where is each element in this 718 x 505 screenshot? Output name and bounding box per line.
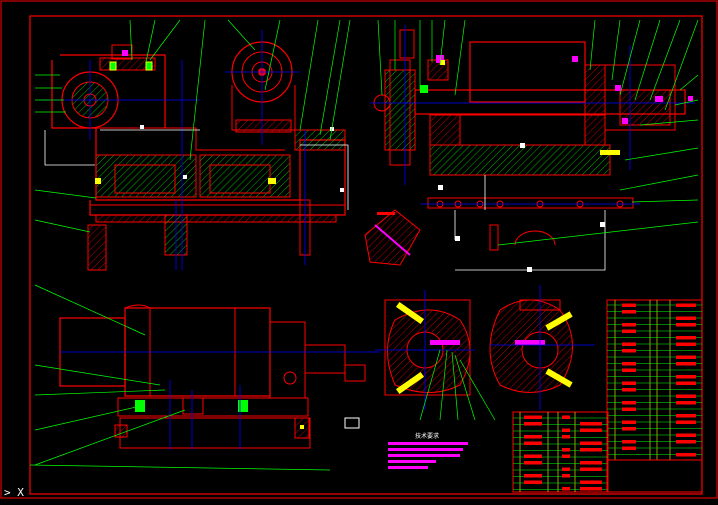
table-cell-text bbox=[622, 407, 636, 411]
table-cell-text bbox=[562, 435, 570, 439]
table-cell-text bbox=[622, 427, 636, 431]
table-cell-text bbox=[580, 448, 602, 452]
table-cell-text bbox=[676, 375, 696, 379]
table-cell-text bbox=[580, 441, 602, 445]
table-cell-text bbox=[622, 310, 636, 314]
detail-inset bbox=[364, 209, 421, 266]
ucs-arrow-icon: > bbox=[4, 486, 11, 499]
table-cell-text bbox=[562, 428, 570, 432]
table-cell-text bbox=[676, 401, 696, 405]
table-cell-text bbox=[676, 316, 696, 320]
table-cell-text bbox=[622, 440, 636, 444]
table-cell-text bbox=[562, 474, 570, 478]
technical-notes: 技术要求 bbox=[388, 432, 468, 469]
table-cell-text bbox=[676, 362, 696, 366]
table-cell-text bbox=[676, 303, 696, 307]
table-cell-text bbox=[580, 480, 602, 484]
cam-section-a bbox=[375, 290, 496, 421]
table-cell-text bbox=[622, 323, 636, 327]
table-cell-text bbox=[524, 422, 542, 426]
title-block-table bbox=[512, 411, 703, 493]
table-cell-text bbox=[676, 453, 696, 457]
table-cell-text bbox=[676, 420, 696, 424]
table-cell-text bbox=[562, 487, 570, 491]
table-cell-text bbox=[622, 349, 636, 353]
table-cell-text bbox=[622, 446, 636, 450]
ucs-icon: > X bbox=[4, 486, 24, 499]
ucs-axis-label: X bbox=[17, 486, 24, 499]
table-cell-text bbox=[676, 323, 696, 327]
table-cell-text bbox=[622, 303, 636, 307]
table-cell-text bbox=[562, 454, 570, 458]
table-cell-text bbox=[524, 454, 542, 458]
hatch-block bbox=[199, 154, 291, 198]
table-cell-text bbox=[562, 448, 570, 452]
gearbox-section-view bbox=[34, 19, 349, 271]
spindle-section-view bbox=[329, 19, 699, 272]
table-cell-text bbox=[622, 329, 636, 333]
table-cell-text bbox=[676, 342, 696, 346]
cam-section-b bbox=[489, 285, 595, 410]
motor-assembly-view bbox=[29, 284, 380, 471]
table-cell-text bbox=[580, 428, 602, 432]
parts-list-table bbox=[606, 299, 703, 461]
table-cell-text bbox=[562, 467, 570, 471]
table-cell-text bbox=[676, 433, 696, 437]
table-cell-text bbox=[580, 467, 602, 471]
table-cell-text bbox=[622, 362, 636, 366]
table-cell-text bbox=[622, 368, 636, 372]
table-cell-text bbox=[622, 388, 636, 392]
table-cell-text bbox=[524, 441, 542, 445]
drawing-canvas[interactable]: 技术要求 > X bbox=[0, 0, 718, 505]
table-cell-text bbox=[622, 381, 636, 385]
table-cell-text bbox=[524, 480, 542, 484]
table-cell-text bbox=[580, 487, 602, 491]
table-cell-text bbox=[676, 355, 696, 359]
table-cell-text bbox=[524, 415, 542, 419]
table-cell-text bbox=[676, 440, 696, 444]
table-cell-text bbox=[676, 336, 696, 340]
table-cell-text bbox=[676, 414, 696, 418]
cad-drawing: 技术要求 bbox=[0, 0, 718, 499]
table-cell-text bbox=[524, 461, 542, 465]
table-cell-text bbox=[524, 435, 542, 439]
hatch-block bbox=[95, 154, 197, 198]
table-cell-text bbox=[524, 474, 542, 478]
table-cell-text bbox=[580, 461, 602, 465]
table-cell-text bbox=[676, 381, 696, 385]
table-cell-text bbox=[622, 420, 636, 424]
table-cell-text bbox=[562, 415, 570, 419]
notes-title: 技术要求 bbox=[415, 432, 439, 440]
table-cell-text bbox=[580, 422, 602, 426]
table-cell-text bbox=[622, 342, 636, 346]
table-cell-text bbox=[676, 394, 696, 398]
table-cell-text bbox=[622, 401, 636, 405]
